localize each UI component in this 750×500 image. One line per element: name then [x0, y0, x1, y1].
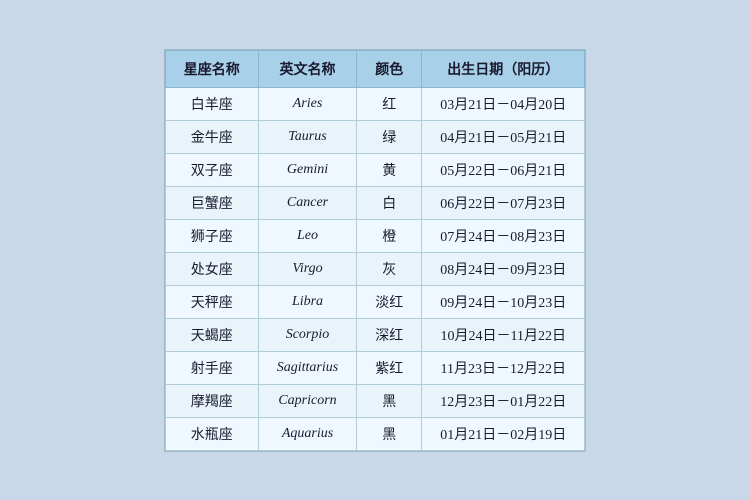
cell-color: 灰 [357, 252, 422, 285]
cell-chinese-name: 狮子座 [165, 219, 258, 252]
cell-dates: 04月21日－05月21日 [422, 120, 585, 153]
table-row: 摩羯座Capricorn黑12月23日－01月22日 [165, 384, 584, 417]
cell-dates: 01月21日－02月19日 [422, 417, 585, 450]
cell-chinese-name: 天蝎座 [165, 318, 258, 351]
table-row: 水瓶座Aquarius黑01月21日－02月19日 [165, 417, 584, 450]
table-row: 狮子座Leo橙07月24日－08月23日 [165, 219, 584, 252]
col-header-english: 英文名称 [258, 50, 356, 87]
table-row: 天蝎座Scorpio深红10月24日－11月22日 [165, 318, 584, 351]
cell-color: 黄 [357, 153, 422, 186]
cell-color: 黑 [357, 417, 422, 450]
cell-dates: 08月24日－09月23日 [422, 252, 585, 285]
cell-chinese-name: 水瓶座 [165, 417, 258, 450]
cell-color: 淡红 [357, 285, 422, 318]
cell-english-name: Cancer [258, 186, 356, 219]
table-row: 天秤座Libra淡红09月24日－10月23日 [165, 285, 584, 318]
cell-dates: 07月24日－08月23日 [422, 219, 585, 252]
cell-color: 红 [357, 87, 422, 120]
table-row: 处女座Virgo灰08月24日－09月23日 [165, 252, 584, 285]
cell-english-name: Taurus [258, 120, 356, 153]
col-header-chinese: 星座名称 [165, 50, 258, 87]
cell-dates: 05月22日－06月21日 [422, 153, 585, 186]
cell-chinese-name: 巨蟹座 [165, 186, 258, 219]
col-header-dates: 出生日期（阳历） [422, 50, 585, 87]
cell-english-name: Aquarius [258, 417, 356, 450]
cell-color: 紫红 [357, 351, 422, 384]
zodiac-table-container: 星座名称 英文名称 颜色 出生日期（阳历） 白羊座Aries红03月21日－04… [164, 49, 586, 452]
cell-dates: 09月24日－10月23日 [422, 285, 585, 318]
cell-dates: 11月23日－12月22日 [422, 351, 585, 384]
table-row: 白羊座Aries红03月21日－04月20日 [165, 87, 584, 120]
cell-dates: 06月22日－07月23日 [422, 186, 585, 219]
cell-english-name: Scorpio [258, 318, 356, 351]
table-row: 双子座Gemini黄05月22日－06月21日 [165, 153, 584, 186]
col-header-color: 颜色 [357, 50, 422, 87]
cell-chinese-name: 处女座 [165, 252, 258, 285]
cell-dates: 10月24日－11月22日 [422, 318, 585, 351]
cell-color: 深红 [357, 318, 422, 351]
cell-color: 白 [357, 186, 422, 219]
cell-english-name: Leo [258, 219, 356, 252]
cell-english-name: Capricorn [258, 384, 356, 417]
cell-chinese-name: 金牛座 [165, 120, 258, 153]
cell-chinese-name: 双子座 [165, 153, 258, 186]
zodiac-table: 星座名称 英文名称 颜色 出生日期（阳历） 白羊座Aries红03月21日－04… [165, 50, 585, 451]
table-row: 巨蟹座Cancer白06月22日－07月23日 [165, 186, 584, 219]
cell-chinese-name: 射手座 [165, 351, 258, 384]
cell-color: 橙 [357, 219, 422, 252]
table-header: 星座名称 英文名称 颜色 出生日期（阳历） [165, 50, 584, 87]
cell-dates: 12月23日－01月22日 [422, 384, 585, 417]
cell-english-name: Sagittarius [258, 351, 356, 384]
cell-english-name: Virgo [258, 252, 356, 285]
table-body: 白羊座Aries红03月21日－04月20日金牛座Taurus绿04月21日－0… [165, 87, 584, 450]
table-row: 金牛座Taurus绿04月21日－05月21日 [165, 120, 584, 153]
table-row: 射手座Sagittarius紫红11月23日－12月22日 [165, 351, 584, 384]
cell-color: 绿 [357, 120, 422, 153]
header-row: 星座名称 英文名称 颜色 出生日期（阳历） [165, 50, 584, 87]
cell-chinese-name: 摩羯座 [165, 384, 258, 417]
cell-english-name: Aries [258, 87, 356, 120]
cell-chinese-name: 天秤座 [165, 285, 258, 318]
cell-color: 黑 [357, 384, 422, 417]
cell-chinese-name: 白羊座 [165, 87, 258, 120]
cell-english-name: Libra [258, 285, 356, 318]
cell-english-name: Gemini [258, 153, 356, 186]
cell-dates: 03月21日－04月20日 [422, 87, 585, 120]
